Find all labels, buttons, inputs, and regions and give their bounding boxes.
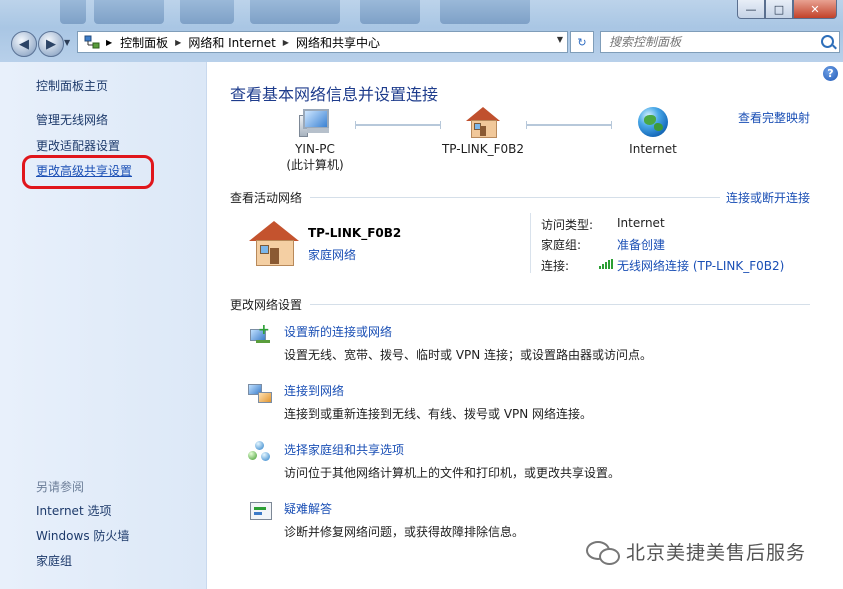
map-node-router[interactable]: TP-LINK_F0B2 bbox=[440, 107, 526, 157]
access-type-label: 访问类型: bbox=[541, 218, 594, 232]
active-network-name: TP-LINK_F0B2 bbox=[308, 226, 402, 240]
access-type-value: Internet bbox=[617, 216, 665, 230]
new-connection-icon: + bbox=[248, 323, 272, 345]
change-settings-heading: 更改网络设置 bbox=[230, 298, 303, 312]
search-input[interactable] bbox=[607, 34, 816, 50]
homegroup-label: 家庭组: bbox=[541, 238, 582, 252]
close-button[interactable]: ✕ bbox=[793, 0, 837, 19]
sidebar-change-adapter[interactable]: 更改适配器设置 bbox=[36, 137, 120, 154]
wechat-watermark: 北京美捷美售后服务 bbox=[586, 538, 806, 565]
search-icon[interactable] bbox=[821, 35, 834, 48]
active-networks-heading: 查看活动网络 bbox=[230, 191, 303, 205]
task-description: 诊断并修复网络问题，或获得故障排除信息。 bbox=[284, 525, 525, 539]
blurred-background-area bbox=[60, 0, 620, 26]
troubleshoot-icon bbox=[248, 500, 272, 522]
divider bbox=[310, 304, 810, 305]
homegroup-ready-link[interactable]: 准备创建 bbox=[617, 236, 665, 253]
highlight-annotation-circle bbox=[22, 155, 154, 189]
map-node-computer: YIN-PC (此计算机) bbox=[283, 107, 347, 173]
forward-button[interactable]: ▶ bbox=[38, 31, 64, 57]
see-also-heading: 另请参阅 bbox=[36, 480, 85, 494]
breadcrumb-network-sharing-center[interactable]: 网络和共享中心 bbox=[296, 34, 380, 51]
watermark-text: 北京美捷美售后服务 bbox=[626, 542, 807, 564]
network-type-link[interactable]: 家庭网络 bbox=[308, 246, 356, 263]
back-button[interactable]: ◀ bbox=[11, 31, 37, 57]
home-network-icon bbox=[249, 221, 299, 266]
connect-network-icon bbox=[248, 382, 272, 404]
sidebar-windows-firewall[interactable]: Windows 防火墙 bbox=[36, 527, 129, 544]
divider bbox=[310, 197, 720, 198]
task-description: 访问位于其他网络计算机上的文件和打印机，或更改共享设置。 bbox=[284, 466, 621, 480]
computer-icon bbox=[299, 107, 331, 137]
recent-pages-chevron-icon[interactable]: ▼ bbox=[64, 38, 70, 47]
view-full-map-link[interactable]: 查看完整映射 bbox=[738, 109, 810, 126]
address-bar[interactable]: ▶ 控制面板 ▶ 网络和 Internet ▶ 网络和共享中心 ▼ bbox=[77, 31, 568, 53]
computer-name: YIN-PC bbox=[295, 142, 335, 156]
home-network-icon bbox=[466, 107, 500, 138]
sidebar-manage-wireless[interactable]: 管理无线网络 bbox=[36, 111, 108, 128]
setup-connection-link[interactable]: 设置新的连接或网络 bbox=[284, 323, 392, 340]
router-name: TP-LINK_F0B2 bbox=[441, 142, 525, 156]
maximize-button[interactable]: □ bbox=[765, 0, 793, 19]
homegroup-sharing-link[interactable]: 选择家庭组和共享选项 bbox=[284, 441, 404, 458]
homegroup-icon bbox=[248, 441, 272, 463]
refresh-button[interactable]: ↻ bbox=[570, 31, 594, 53]
map-connection-line bbox=[355, 121, 441, 129]
wechat-icon bbox=[586, 539, 624, 565]
internet-label: Internet bbox=[629, 142, 677, 156]
map-connection-line bbox=[526, 121, 612, 129]
sidebar-internet-options[interactable]: Internet 选项 bbox=[36, 502, 111, 519]
network-folder-icon bbox=[84, 35, 100, 49]
map-node-internet[interactable]: Internet bbox=[618, 107, 688, 157]
wireless-connection-link[interactable]: 无线网络连接 (TP-LINK_F0B2) bbox=[617, 257, 784, 274]
task-description: 连接到或重新连接到无线、有线、拨号或 VPN 网络连接。 bbox=[284, 407, 593, 421]
page-title: 查看基本网络信息并设置连接 bbox=[230, 85, 439, 104]
internet-globe-icon bbox=[638, 107, 668, 137]
connect-disconnect-link[interactable]: 连接或断开连接 bbox=[726, 189, 810, 206]
address-dropdown-icon[interactable]: ▼ bbox=[557, 35, 563, 44]
minimize-button[interactable]: — bbox=[737, 0, 765, 19]
wireless-signal-icon bbox=[599, 259, 613, 269]
sidebar-control-panel-home[interactable]: 控制面板主页 bbox=[36, 77, 108, 94]
computer-sub-label: (此计算机) bbox=[286, 158, 344, 172]
search-box[interactable] bbox=[600, 31, 840, 53]
breadcrumb-control-panel[interactable]: 控制面板 bbox=[120, 34, 168, 51]
help-icon[interactable]: ? bbox=[823, 66, 838, 81]
sidebar-homegroup[interactable]: 家庭组 bbox=[36, 552, 72, 569]
window-controls: — □ ✕ bbox=[737, 0, 837, 19]
sidebar: 控制面板主页 管理无线网络 更改适配器设置 更改高级共享设置 另请参阅 Inte… bbox=[0, 62, 207, 589]
troubleshoot-link[interactable]: 疑难解答 bbox=[284, 500, 332, 517]
task-description: 设置无线、宽带、拨号、临时或 VPN 连接；或设置路由器或访问点。 bbox=[284, 348, 653, 362]
divider bbox=[530, 213, 531, 273]
connect-network-link[interactable]: 连接到网络 bbox=[284, 382, 344, 399]
connections-label: 连接: bbox=[541, 259, 570, 273]
breadcrumb-network-internet[interactable]: 网络和 Internet bbox=[188, 34, 275, 51]
